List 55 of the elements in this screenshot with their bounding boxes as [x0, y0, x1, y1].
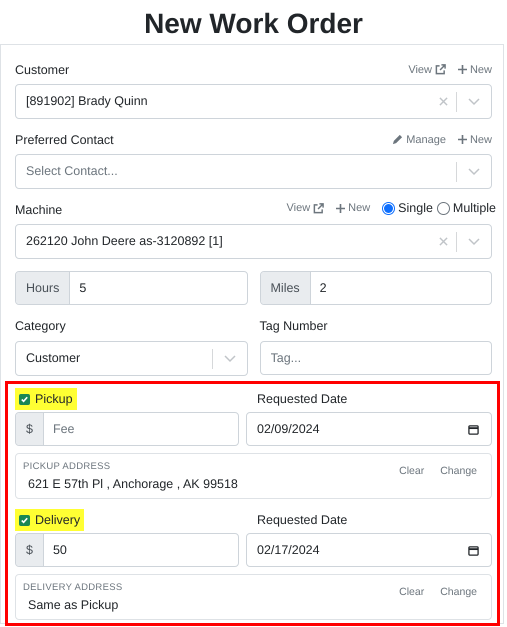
date-field[interactable]: 02/09/2024	[246, 412, 492, 446]
input-addon: $	[16, 534, 44, 566]
external-link-icon	[313, 203, 324, 214]
view-link[interactable]: View	[408, 62, 446, 78]
field-label: Preferred Contact	[15, 132, 114, 148]
hours-field[interactable]: 5	[70, 272, 246, 304]
page-title: New Work Order	[143, 7, 364, 41]
plus-icon	[336, 204, 346, 214]
input-group[interactable]: Hours 5	[15, 271, 248, 305]
address-action-link[interactable]: Change	[440, 585, 477, 599]
checkbox-label[interactable]: Delivery	[15, 509, 84, 531]
new-link[interactable]: New	[458, 132, 492, 148]
new-link[interactable]: New	[336, 200, 370, 217]
plus-icon	[458, 135, 467, 144]
input-group[interactable]: $ Fee	[15, 412, 239, 446]
input-group[interactable]: Miles 2	[260, 271, 492, 305]
field-label: Category	[15, 318, 67, 335]
radio-button[interactable]	[382, 202, 396, 216]
radio-label[interactable]: Multiple	[452, 199, 496, 218]
calendar-icon[interactable]	[468, 424, 479, 434]
address-action-link[interactable]: Clear	[399, 464, 424, 478]
address-action-link[interactable]: Clear	[399, 585, 424, 599]
address-label: PICKUP ADDRESS	[23, 461, 112, 473]
field-label: Requested Date	[257, 390, 348, 408]
input-group[interactable]: $ 50	[15, 533, 239, 567]
manage-link[interactable]: Manage	[392, 132, 446, 148]
checkbox[interactable]	[19, 394, 30, 404]
field-label: Machine	[15, 202, 62, 218]
date-field[interactable]: 02/17/2024	[246, 533, 492, 567]
radio-button[interactable]	[436, 202, 450, 216]
miles-field[interactable]: 2	[310, 272, 491, 304]
radio-label[interactable]: Single	[398, 199, 433, 218]
address-text: 621 E 57th Pl , Anchorage , AK 99518	[27, 476, 239, 493]
checkbox-label[interactable]: Pickup	[15, 388, 77, 410]
dropdown[interactable]: Customer	[15, 341, 248, 376]
calendar-icon[interactable]	[468, 544, 479, 556]
address-text: Same as Pickup	[27, 597, 120, 614]
view-link[interactable]: View	[286, 200, 324, 217]
field-label: Requested Date	[257, 512, 348, 529]
address-label: DELIVERY ADDRESS	[23, 582, 124, 594]
plus-icon	[458, 65, 467, 74]
address-action-link[interactable]: Change	[440, 464, 477, 478]
fee-field[interactable]: 50	[44, 534, 238, 566]
pencil-icon	[392, 134, 404, 146]
external-link-icon	[434, 64, 446, 76]
checkbox[interactable]	[19, 514, 30, 526]
new-link[interactable]: New	[458, 62, 492, 78]
fee-field[interactable]: Fee	[44, 413, 238, 445]
dropdown[interactable]: Select Contact...	[15, 154, 492, 189]
field-label: Tag Number	[260, 318, 329, 335]
input-addon: $	[16, 413, 44, 445]
field-label: Customer	[15, 62, 70, 78]
input-addon: Miles	[260, 272, 311, 304]
input-addon: Hours	[16, 272, 70, 304]
tag-field[interactable]: Tag...	[260, 341, 492, 375]
